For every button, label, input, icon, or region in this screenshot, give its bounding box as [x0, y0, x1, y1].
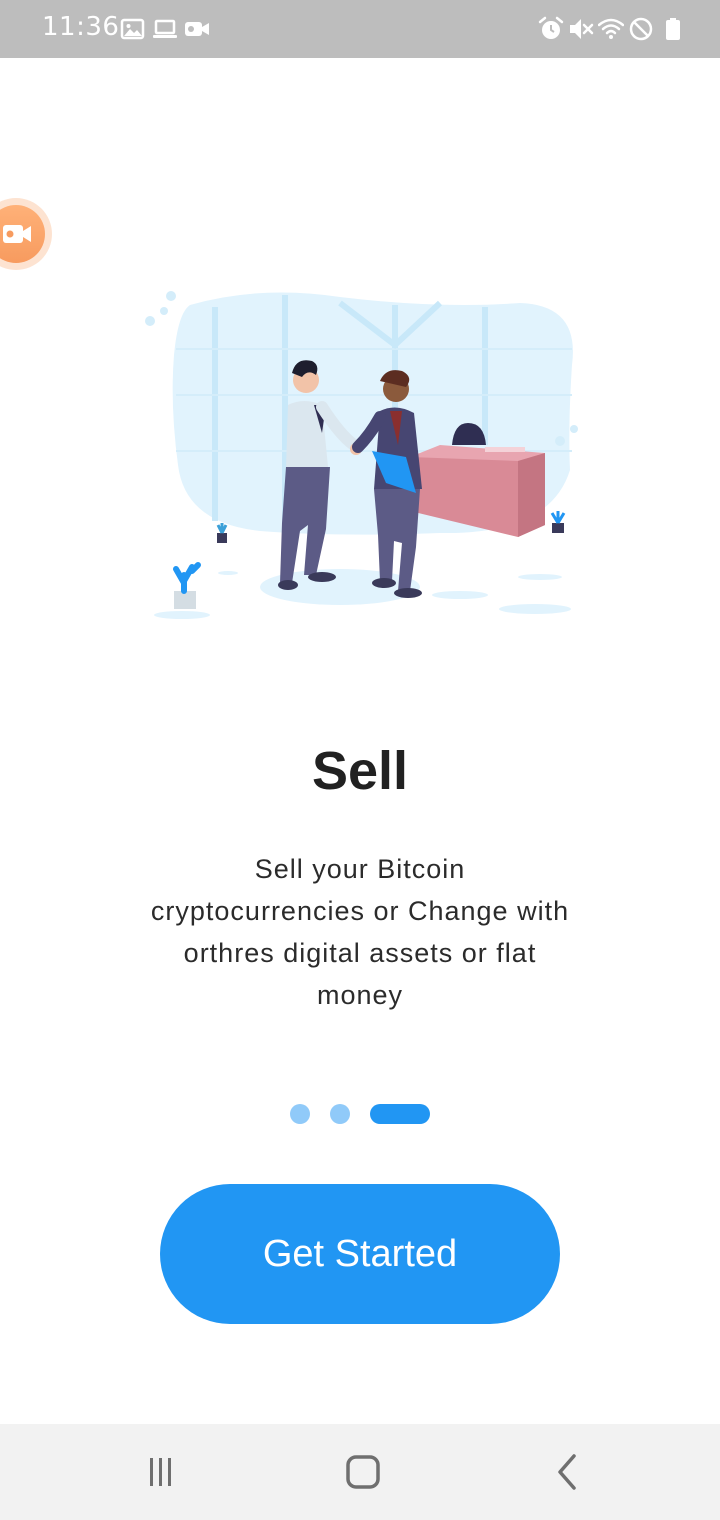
laptop-icon [153, 19, 177, 38]
screen-recorder-button[interactable] [0, 205, 45, 263]
back-button[interactable] [544, 1452, 588, 1492]
do-not-disturb-icon [629, 17, 653, 41]
page-description: Sell your Bitcoin cryptocurrencies or Ch… [150, 854, 570, 1010]
video-camera-icon [185, 22, 209, 36]
back-icon [558, 1454, 576, 1490]
mute-icon [570, 19, 594, 39]
video-camera-icon [3, 225, 31, 243]
home-icon [346, 1455, 380, 1489]
page-title: Sell [311, 741, 409, 801]
navigation-bar [0, 1424, 720, 1520]
recent-apps-icon [150, 1458, 171, 1486]
page-indicator-dot-3-active[interactable] [370, 1104, 430, 1124]
battery-icon [666, 18, 680, 40]
home-button[interactable] [340, 1452, 384, 1492]
wifi-icon [598, 18, 624, 39]
status-bar: 11:36 [0, 0, 720, 58]
gallery-icon [120, 18, 145, 40]
alarm-icon [538, 16, 564, 39]
handshake-illustration [145, 291, 578, 619]
recent-apps-button[interactable] [138, 1452, 182, 1492]
status-time: 11:36 [42, 12, 120, 42]
get-started-button[interactable]: Get Started [160, 1184, 560, 1324]
screen-recorder-bubble[interactable] [0, 198, 52, 270]
page-indicator-dot-2[interactable] [330, 1104, 350, 1124]
page-indicator-dot-1[interactable] [290, 1104, 310, 1124]
